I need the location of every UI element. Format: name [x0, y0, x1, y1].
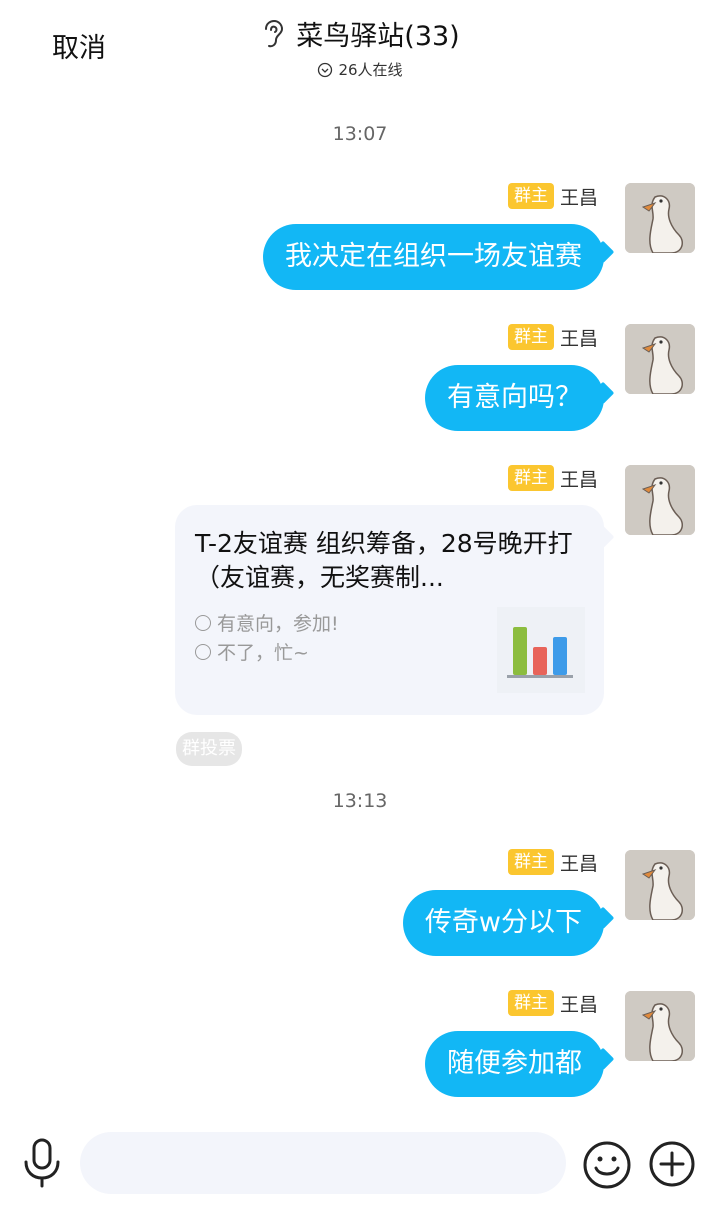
title-area[interactable]: 菜鸟驿站(33) 26人在线: [0, 14, 720, 80]
sender-name[interactable]: 王昌: [560, 990, 598, 1017]
online-status: 26人在线: [0, 59, 720, 80]
owner-badge: 群主: [507, 183, 554, 209]
chat-header: 取消 菜鸟驿站(33) 26人在线: [0, 0, 720, 96]
poll-title: T-2友谊赛 组织筹备，28号晚开打 （友谊赛，无奖赛制...: [195, 529, 573, 592]
timestamp: 13:07: [332, 123, 388, 145]
poll-option[interactable]: 有意向，参加!: [195, 609, 339, 636]
sender-info: 群主 王昌: [507, 183, 598, 210]
goose-avatar-icon: [625, 991, 695, 1061]
poll-option-label: 有意向，参加!: [217, 613, 339, 635]
message-bubble[interactable]: 我决定在组织一场友谊赛: [263, 224, 604, 290]
sender-name[interactable]: 王昌: [560, 183, 598, 210]
sender-name[interactable]: 王昌: [560, 465, 598, 492]
message-bubble[interactable]: 传奇w分以下: [402, 890, 604, 956]
message-bubble[interactable]: 随便参加都: [425, 1031, 604, 1097]
sender-info: 群主 王昌: [507, 990, 598, 1017]
message-input[interactable]: [80, 1132, 566, 1194]
sender-name[interactable]: 王昌: [560, 849, 598, 876]
radio-icon: [195, 643, 211, 660]
avatar[interactable]: [625, 991, 695, 1061]
mic-icon[interactable]: [22, 1138, 62, 1188]
radio-icon: [195, 614, 211, 631]
input-bar: [0, 1118, 720, 1212]
chart-icon: [497, 607, 585, 693]
group-name: 菜鸟驿站(33): [296, 21, 460, 52]
sender-info: 群主 王昌: [507, 465, 598, 492]
goose-avatar-icon: [625, 465, 695, 535]
owner-badge: 群主: [507, 324, 554, 350]
emoji-icon[interactable]: [582, 1140, 632, 1190]
poll-option-label: 不了，忙~: [217, 642, 309, 664]
goose-avatar-icon: [625, 183, 695, 253]
online-count: 26人在线: [338, 61, 403, 79]
avatar[interactable]: [625, 183, 695, 253]
sender-info: 群主 王昌: [507, 849, 598, 876]
poll-tag: 群投票: [176, 732, 242, 766]
owner-badge: 群主: [507, 990, 554, 1016]
online-check-icon: [318, 62, 333, 77]
sender-info: 群主 王昌: [507, 324, 598, 351]
goose-avatar-icon: [625, 850, 695, 920]
avatar[interactable]: [625, 324, 695, 394]
avatar[interactable]: [625, 850, 695, 920]
goose-avatar-icon: [625, 324, 695, 394]
owner-badge: 群主: [507, 849, 554, 875]
plus-icon[interactable]: [648, 1140, 696, 1188]
timestamp: 13:13: [332, 790, 388, 812]
avatar[interactable]: [625, 465, 695, 535]
poll-card[interactable]: T-2友谊赛 组织筹备，28号晚开打 （友谊赛，无奖赛制... 有意向，参加! …: [175, 505, 604, 715]
owner-badge: 群主: [507, 465, 554, 491]
message-bubble[interactable]: 有意向吗？: [425, 365, 604, 431]
ear-icon: [265, 19, 284, 47]
sender-name[interactable]: 王昌: [560, 324, 598, 351]
poll-option[interactable]: 不了，忙~: [195, 638, 309, 665]
